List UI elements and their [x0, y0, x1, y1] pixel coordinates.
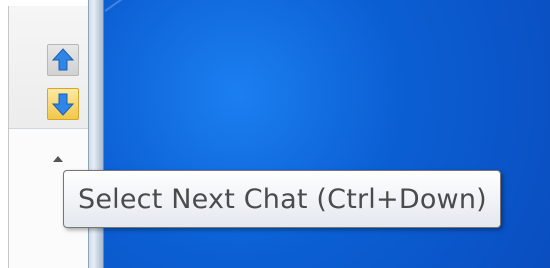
tooltip-text: Select Next Chat (Ctrl+Down) [78, 183, 487, 215]
arrow-down-icon [51, 93, 75, 116]
arrow-up-icon [51, 48, 75, 71]
previous-chat-button[interactable] [47, 44, 79, 76]
next-chat-button[interactable] [47, 88, 79, 120]
chat-window-side-panel [8, 6, 89, 268]
screenshot-frame: Select Next Chat (Ctrl+Down) [0, 0, 550, 268]
chat-toolbar [9, 6, 89, 129]
scroll-up-icon[interactable] [53, 156, 63, 162]
tooltip: Select Next Chat (Ctrl+Down) [63, 170, 501, 228]
